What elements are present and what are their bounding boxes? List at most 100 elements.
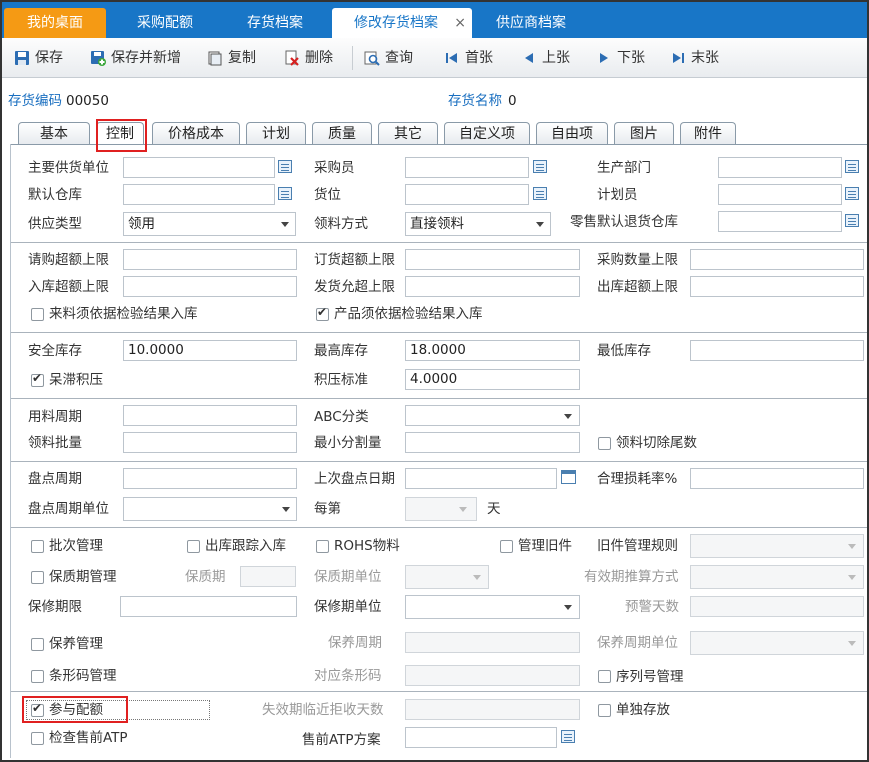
delete-button[interactable]: 删除	[284, 47, 333, 69]
lookup-icon[interactable]	[533, 187, 547, 200]
tab-basic[interactable]: 基本	[18, 122, 90, 145]
location-label: 货位	[314, 187, 341, 203]
batch-mgmt-checkbox[interactable]	[31, 540, 44, 553]
copy-button[interactable]: 复制	[207, 47, 256, 69]
section-divider	[11, 398, 867, 399]
warranty-unit-select[interactable]	[405, 595, 580, 619]
pick-batch-input[interactable]	[123, 432, 297, 453]
barcode-input[interactable]	[405, 665, 580, 686]
tab-purchase-quota[interactable]: 采购配额	[114, 8, 216, 38]
last-button[interactable]: 末张	[670, 47, 719, 69]
lookup-icon[interactable]	[561, 730, 575, 743]
main-supplier-input[interactable]	[123, 157, 275, 178]
purchase-over-limit-input[interactable]	[123, 249, 297, 270]
warranty-limit-input[interactable]	[120, 596, 297, 617]
atp-plan-input[interactable]	[405, 727, 557, 748]
chevron-down-icon	[473, 575, 481, 580]
old-part-rule-select[interactable]	[690, 534, 864, 558]
planner-input[interactable]	[718, 184, 842, 205]
expiry-calc-select[interactable]	[690, 565, 864, 589]
safety-stock-input[interactable]: 10.0000	[123, 340, 297, 361]
maintenance-cycle-input[interactable]	[405, 632, 580, 653]
tab-attachments[interactable]: 附件	[680, 122, 736, 145]
calendar-icon[interactable]	[561, 470, 576, 484]
shelf-life-mgmt-checkbox[interactable]	[31, 571, 44, 584]
form-left-border	[10, 144, 11, 758]
toolbar-divider	[352, 46, 353, 70]
lookup-icon[interactable]	[845, 214, 859, 227]
lookup-icon[interactable]	[278, 160, 292, 173]
planner-label: 计划员	[597, 187, 638, 203]
order-over-limit-input[interactable]	[405, 249, 580, 270]
pick-method-select[interactable]: 直接领料	[405, 212, 551, 236]
lookup-icon[interactable]	[278, 187, 292, 200]
tab-images[interactable]: 图片	[614, 122, 674, 145]
min-split-input[interactable]	[405, 432, 580, 453]
maintenance-cycle-unit-select[interactable]	[690, 631, 864, 655]
max-stock-input[interactable]: 18.0000	[405, 340, 580, 361]
purchase-qty-limit-input[interactable]	[690, 249, 864, 270]
stagnant-standard-input[interactable]: 4.0000	[405, 369, 580, 390]
warranty-unit-label: 保修期单位	[314, 599, 382, 615]
tab-quality[interactable]: 质量	[312, 122, 372, 145]
last-count-date-input[interactable]	[405, 468, 557, 489]
barcode-mgmt-checkbox[interactable]	[31, 670, 44, 683]
tab-free-items[interactable]: 自由项	[536, 122, 608, 145]
check-atp-label: 检查售前ATP	[49, 730, 128, 746]
maintenance-mgmt-checkbox[interactable]	[31, 638, 44, 651]
prev-button[interactable]: 上张	[521, 47, 570, 69]
separate-storage-checkbox[interactable]	[598, 704, 611, 717]
old-part-mgmt-checkbox[interactable]	[500, 540, 513, 553]
serial-mgmt-checkbox[interactable]	[598, 670, 611, 683]
supply-type-select[interactable]: 领用	[123, 212, 296, 236]
first-button[interactable]: 首张	[444, 47, 493, 69]
count-cycle-input[interactable]	[123, 468, 297, 489]
expiry-reject-days-input[interactable]	[405, 699, 580, 720]
tab-my-desktop[interactable]: 我的桌面	[4, 8, 106, 38]
lookup-icon[interactable]	[533, 160, 547, 173]
count-cycle-unit-label: 盘点周期单位	[28, 501, 109, 517]
outbound-trace-checkbox[interactable]	[187, 540, 200, 553]
incoming-inspect-checkbox[interactable]	[31, 308, 44, 321]
count-cycle-unit-select[interactable]	[123, 497, 297, 521]
warranty-limit-label: 保修期限	[28, 599, 82, 615]
pick-batch-label: 领料批量	[28, 435, 82, 451]
stagnant-checkbox[interactable]	[31, 371, 44, 387]
close-icon[interactable]: ×	[454, 8, 466, 38]
tab-plan[interactable]: 计划	[246, 122, 306, 145]
inbound-over-limit-label: 入库超额上限	[28, 279, 109, 295]
usage-cycle-input[interactable]	[123, 405, 297, 426]
query-button[interactable]: 查询	[364, 47, 413, 69]
tab-other[interactable]: 其它	[378, 122, 438, 145]
warning-days-input[interactable]	[690, 596, 864, 617]
cut-tail-checkbox[interactable]	[598, 437, 611, 450]
retail-return-warehouse-input[interactable]	[718, 211, 842, 232]
tab-custom-items[interactable]: 自定义项	[444, 122, 530, 145]
shelf-life-input[interactable]	[240, 566, 296, 587]
tab-inventory-archive[interactable]: 存货档案	[224, 8, 326, 38]
inbound-over-limit-input[interactable]	[123, 276, 297, 297]
purchase-qty-limit-label: 采购数量上限	[597, 252, 678, 268]
lookup-icon[interactable]	[845, 187, 859, 200]
rohs-checkbox[interactable]	[316, 540, 329, 553]
tab-supplier-archive[interactable]: 供应商档案	[480, 8, 582, 38]
ship-allow-over-input[interactable]	[405, 276, 580, 297]
cut-tail-label: 领料切除尾数	[616, 435, 697, 451]
buyer-input[interactable]	[405, 157, 529, 178]
outbound-over-limit-input[interactable]	[690, 276, 864, 297]
min-stock-input[interactable]	[690, 340, 864, 361]
save-new-button[interactable]: 保存并新增	[90, 47, 181, 69]
loss-rate-input[interactable]	[690, 468, 864, 489]
check-atp-checkbox[interactable]	[31, 732, 44, 745]
product-inspect-checkbox[interactable]	[316, 305, 329, 321]
tab-price-cost[interactable]: 价格成本	[152, 122, 240, 145]
tab-edit-inventory-archive[interactable]: 修改存货档案 ×	[332, 8, 472, 38]
save-button[interactable]: 保存	[14, 47, 63, 69]
lookup-icon[interactable]	[845, 160, 859, 173]
production-dept-input[interactable]	[718, 157, 842, 178]
location-input[interactable]	[405, 184, 529, 205]
first-page-icon	[446, 53, 457, 63]
abc-class-select[interactable]	[405, 405, 580, 426]
default-warehouse-input[interactable]	[123, 184, 275, 205]
next-button[interactable]: 下张	[596, 47, 645, 69]
